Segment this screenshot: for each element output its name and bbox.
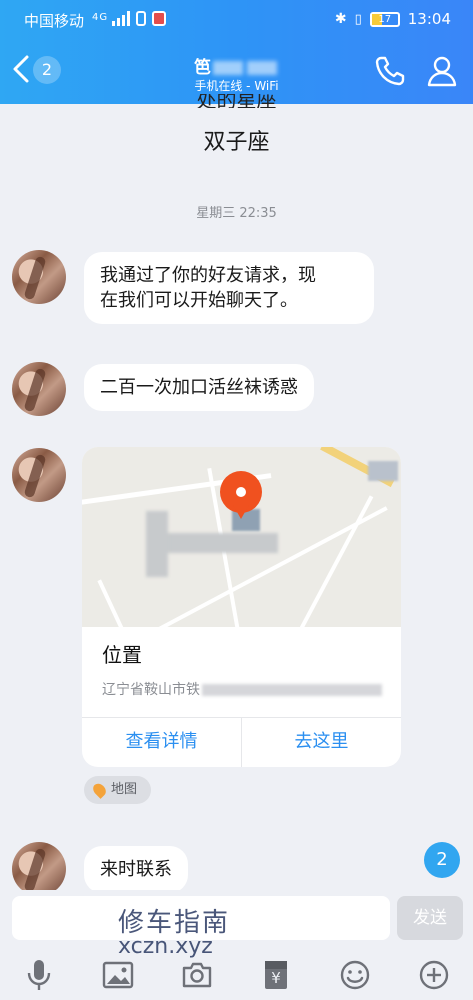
map-pin-tip [233,505,249,519]
location-address: 辽宁省鞍山市铁 [102,679,392,699]
message-text: 来时联系 [100,859,172,880]
vibrate-icon: ▯ [354,11,362,27]
red-packet-icon[interactable]: ¥ [259,958,293,992]
map-blur [146,511,168,577]
name-blur [213,61,243,75]
signal-icon [112,11,130,26]
map-source-label: 地图 [111,782,138,797]
message-bubble[interactable]: 来时联系 [84,846,188,893]
zodiac-message: 双子座 [203,130,270,155]
location-title: 位置 [102,643,142,667]
map-pin-icon [90,781,109,799]
video-app-icon [152,11,166,26]
camera-icon[interactable] [180,958,214,992]
network-type-label: 4G [92,12,109,23]
map-blur [154,533,278,553]
navigate-button[interactable]: 去这里 [242,717,401,767]
header: 中国移动 4G ✱ ▯ 17 13:04 2 笆 手机在线 - WiFi [0,0,473,104]
address-blur [202,684,382,696]
battery-level: 17 [378,13,392,25]
right-status: ✱ ▯ 17 13:04 [335,10,451,28]
map-source-tag[interactable]: 地图 [84,776,152,804]
map-road [294,495,374,627]
image-icon[interactable] [101,958,135,992]
mic-icon[interactable] [22,958,56,992]
fragment-text: 处的星座 [196,94,277,108]
svg-text:¥: ¥ [271,969,281,987]
profile-icon[interactable] [425,54,459,88]
map-preview[interactable] [82,447,401,627]
avatar[interactable] [12,842,66,896]
phone-call-icon[interactable] [373,54,407,88]
address-text: 辽宁省鞍山市铁 [102,682,200,698]
status-bar: 中国移动 4G ✱ ▯ 17 13:04 [0,0,473,38]
battery-icon: 17 [369,11,400,27]
message-text-line: 在我们可以开始聊天了。 [100,290,298,311]
map-road [97,579,131,627]
carrier-label: 中国移动 [24,12,85,30]
message-text: 二百一次加口活丝袜诱惑 [100,377,298,398]
new-message-badge[interactable]: 2 [424,842,460,878]
composer: 发送 [0,890,473,950]
clock: 13:04 [407,10,451,28]
message-text-line: 我通过了你的好友请求，现 [100,265,316,286]
message-bubble[interactable]: 我通过了你的好友请求，现 在我们可以开始聊天了。 [84,252,374,324]
avatar[interactable] [12,362,66,416]
message-bubble[interactable]: 二百一次加口活丝袜诱惑 [84,364,314,411]
map-blur [368,461,398,481]
plus-icon[interactable] [417,958,451,992]
view-details-button[interactable]: 查看详情 [82,717,241,767]
contact-name-fragment: 笆 [194,58,211,78]
sim-icon [136,11,146,26]
notification-icons [112,11,166,26]
timestamp-separator: 星期三 22:35 [196,206,277,221]
input-toolbar: ¥ [0,950,473,1000]
avatar[interactable] [12,448,66,502]
send-button[interactable]: 发送 [397,896,463,940]
name-blur [247,61,277,75]
location-card[interactable]: 位置 辽宁省鞍山市铁 查看详情 去这里 [82,447,401,767]
bluetooth-icon: ✱ [334,11,347,27]
avatar[interactable] [12,250,66,304]
emoji-icon[interactable] [338,958,372,992]
previous-message-fragment: 处的星座 [0,94,473,108]
